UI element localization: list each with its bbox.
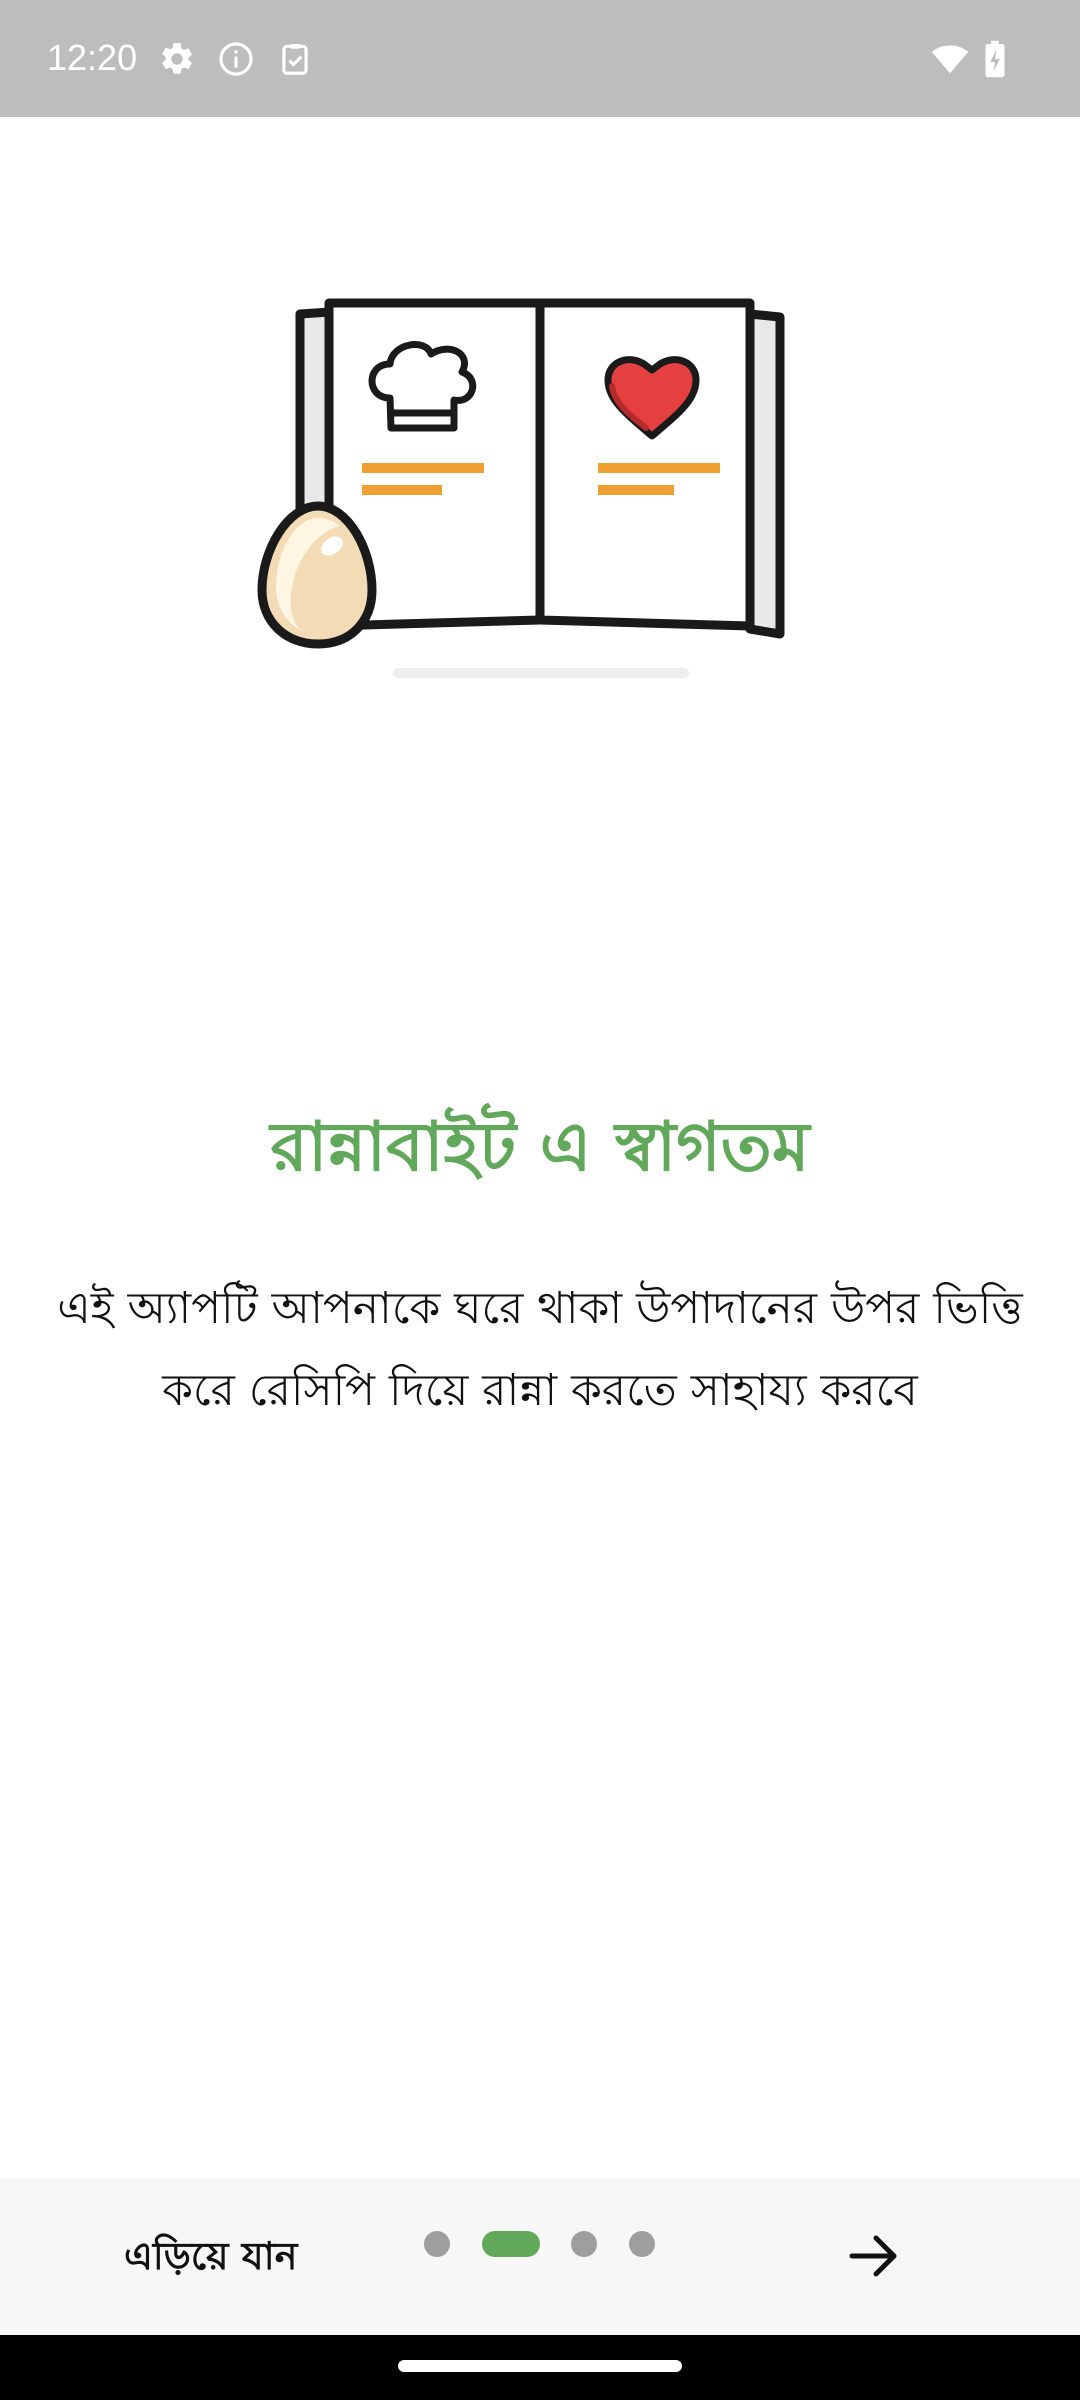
open-recipe-book-icon bbox=[250, 288, 790, 688]
page-indicator-dot[interactable] bbox=[571, 2231, 597, 2257]
onboarding-bottom-bar: এড়িয়ে যান bbox=[0, 2178, 1080, 2335]
home-gesture-handle[interactable] bbox=[398, 2360, 682, 2372]
next-button[interactable] bbox=[840, 2218, 906, 2294]
page-indicator-dot[interactable] bbox=[424, 2231, 450, 2257]
skip-button[interactable]: এড়িয়ে যান bbox=[124, 2226, 297, 2286]
gear-icon bbox=[158, 40, 196, 78]
wifi-icon bbox=[928, 40, 972, 78]
battery-charging-icon bbox=[980, 40, 1010, 78]
clipboard-check-icon bbox=[276, 40, 314, 78]
onboarding-title: রান্নাবাইট এ স্বাগতম bbox=[270, 1108, 810, 1187]
onboarding-description: এই অ্যাপটি আপনাকে ঘরে থাকা উপাদানের উপর … bbox=[57, 1283, 1023, 1416]
status-time: 12:20 bbox=[47, 37, 138, 78]
arrow-right-icon bbox=[849, 2235, 897, 2277]
page-indicator-dot-active[interactable] bbox=[482, 2231, 540, 2257]
info-icon bbox=[217, 40, 255, 78]
status-bar: 12:20 bbox=[0, 0, 1080, 117]
system-nav-bar bbox=[0, 2335, 1080, 2400]
page-indicator-dot[interactable] bbox=[629, 2231, 655, 2257]
